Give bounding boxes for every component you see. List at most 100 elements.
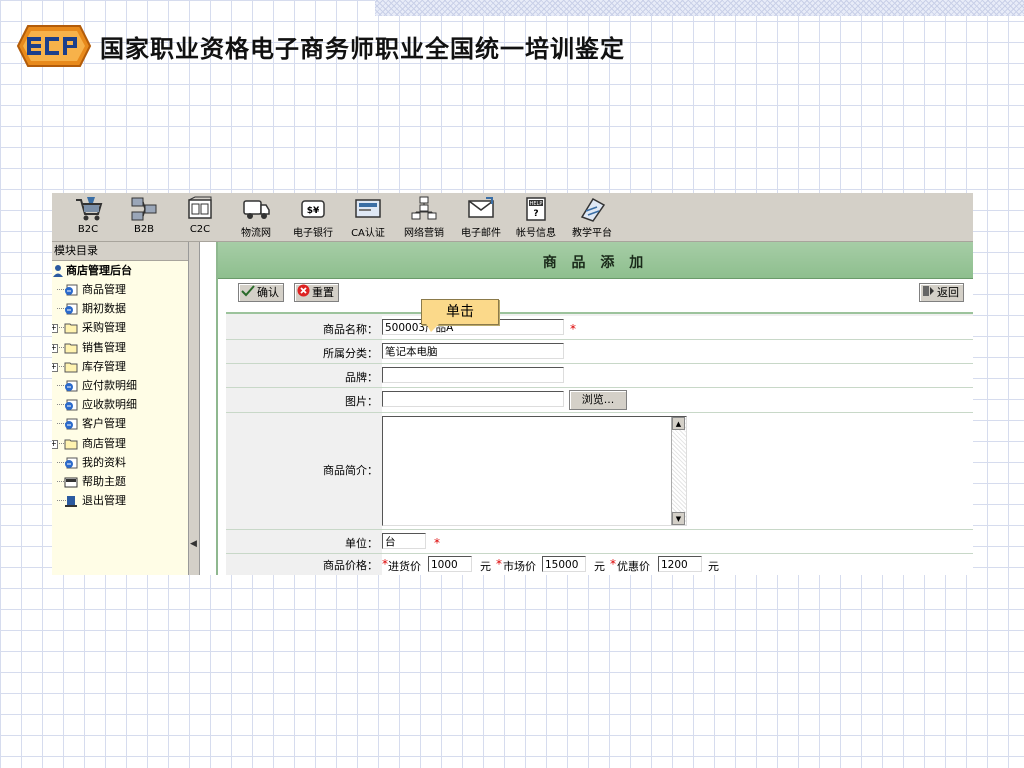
sidebar-item-label: 帮助主题 [82, 474, 126, 488]
purchase-price-input[interactable]: 1000 [428, 556, 472, 572]
required-mark: * [434, 536, 440, 550]
sidebar-item[interactable]: 商品管理 [52, 280, 188, 299]
toolbar-b2b[interactable]: B2B [128, 195, 160, 235]
toolbar-b2c[interactable]: B2C [72, 195, 104, 235]
toolbar-email[interactable]: 电子邮件 [457, 195, 505, 239]
sidebar-item-label: 退出管理 [82, 494, 126, 508]
sidebar-item[interactable]: 帮助主题 [52, 472, 188, 491]
reset-button[interactable]: 重置 [294, 283, 339, 302]
browse-button[interactable]: 浏览... [569, 390, 627, 410]
sidebar-item-label: 商品管理 [82, 283, 126, 296]
description-textarea[interactable]: ▲ ▼ [382, 416, 687, 526]
expand-toggle-icon[interactable]: + [52, 439, 58, 449]
toolbar-ca[interactable]: CA认证 [348, 195, 388, 239]
svg-text:?: ? [533, 209, 538, 219]
sidebar-item[interactable]: + 商店管理 [52, 434, 188, 453]
name-label: 商品名称： [323, 323, 378, 336]
cancel-icon [297, 284, 310, 302]
toolbar-label: 电子银行 [293, 228, 333, 239]
toolbar-label: B2B [133, 224, 155, 235]
marketing-icon [411, 196, 437, 220]
return-icon [922, 285, 935, 302]
form-row-name: 商品名称： 500003产品A * [226, 316, 973, 340]
product-add-form: 商品名称： 500003产品A * 所属分类： 笔记本电脑 品牌： 图片： 浏览… [226, 312, 973, 575]
required-mark: * [496, 557, 502, 571]
sidebar-item-label: 应收款明细 [82, 398, 137, 412]
toolbar-teaching[interactable]: 教学平台 [568, 195, 616, 239]
module-toolbar: B2C B2B C2C 物流网 $¥ 电子银行 CA认证 网络营销 电子邮件 H… [52, 193, 973, 242]
toolbar-label: 教学平台 [572, 228, 612, 239]
toolbar-ebank[interactable]: $¥ 电子银行 [289, 195, 337, 239]
svg-text:HELP: HELP [530, 201, 543, 207]
sidebar-tree: 商品管理期初数据 + 采购管理 + 销售管理 + 库存管理应付款明细应收款明细客户管理 + 商店… [52, 280, 188, 510]
price-label: 商品价格： [323, 559, 378, 572]
textarea-scrollbar[interactable]: ▲ ▼ [671, 417, 686, 525]
folder-icon [64, 341, 78, 354]
brand-input[interactable] [382, 367, 564, 383]
expand-toggle-icon[interactable]: + [52, 343, 58, 353]
sidebar-item[interactable]: + 采购管理 [52, 318, 188, 337]
description-field-cell: ▲ ▼ [382, 413, 973, 529]
sidebar-item[interactable]: + 销售管理 [52, 338, 188, 357]
toolbar-label: 物流网 [241, 228, 271, 239]
back-button[interactable]: 返回 [919, 283, 964, 302]
sidebar-item-label: 商店管理 [82, 436, 126, 450]
description-label: 商品简介： [323, 464, 378, 477]
toolbar-logistics[interactable]: 物流网 [236, 195, 276, 239]
back-label: 返回 [937, 286, 959, 299]
toolbar-account[interactable]: HELP ? 帐号信息 [512, 195, 560, 239]
currency-label: 元 [708, 560, 719, 573]
sidebar-item[interactable]: + 库存管理 [52, 357, 188, 376]
mail-icon [468, 197, 494, 218]
exchange-icon [188, 196, 212, 219]
sidebar-item[interactable]: 应付款明细 [52, 376, 188, 395]
sidebar-item-label: 库存管理 [82, 359, 126, 373]
toolbar-marketing[interactable]: 网络营销 [400, 195, 448, 239]
sidebar-item[interactable]: 应收款明细 [52, 395, 188, 414]
confirm-label: 确认 [257, 286, 279, 299]
image-label: 图片： [345, 395, 378, 408]
page-icon [64, 398, 78, 411]
page-icon [64, 417, 78, 430]
sidebar-item[interactable]: 我的资料 [52, 453, 188, 472]
page-icon [64, 456, 78, 469]
toolbar-label: 电子邮件 [461, 228, 501, 239]
sidebar-item[interactable]: 期初数据 [52, 299, 188, 318]
ecp-logo [14, 22, 94, 70]
required-mark: * [610, 557, 616, 571]
sidebar-item-label: 采购管理 [82, 321, 126, 335]
sidebar-item-label: 客户管理 [82, 417, 126, 431]
sidebar-item-label: 销售管理 [82, 340, 126, 354]
image-field-cell: 浏览... [382, 388, 973, 412]
callout-pointer [425, 322, 441, 332]
form-row-unit: 单位： 台 * [226, 530, 973, 554]
market-price-input[interactable]: 15000 [542, 556, 586, 572]
image-path-input[interactable] [382, 391, 564, 407]
top-decorative-strip [375, 0, 1024, 16]
category-input[interactable]: 笔记本电脑 [382, 343, 564, 359]
expand-toggle-icon[interactable]: + [52, 324, 58, 334]
app-window: B2C B2B C2C 物流网 $¥ 电子银行 CA认证 网络营销 电子邮件 H… [52, 193, 973, 575]
network-nodes-icon [131, 197, 157, 221]
purchase-price-label: 进货价 [388, 560, 421, 573]
page-icon [64, 302, 78, 315]
discount-price-label: 优惠价 [617, 560, 650, 573]
sidebar-header: 模块目录 [52, 242, 188, 261]
scroll-up-icon[interactable]: ▲ [672, 417, 685, 430]
sidebar-item[interactable]: 客户管理 [52, 414, 188, 433]
check-icon [241, 284, 255, 302]
help-icon [64, 475, 78, 488]
collapse-arrow-icon[interactable]: ◀ [190, 539, 197, 549]
scroll-down-icon[interactable]: ▼ [672, 512, 685, 525]
discount-price-input[interactable]: 1200 [658, 556, 702, 572]
sidebar-splitter[interactable]: ◀ [189, 242, 200, 575]
sidebar-root[interactable]: 商店管理后台 [52, 261, 188, 280]
sidebar-item[interactable]: 退出管理 [52, 491, 188, 510]
expand-toggle-icon[interactable]: + [52, 362, 58, 372]
user-icon [53, 265, 63, 277]
confirm-button[interactable]: 确认 [238, 283, 284, 302]
toolbar-label: 网络营销 [404, 228, 444, 239]
unit-input[interactable]: 台 [382, 533, 426, 549]
toolbar-c2c[interactable]: C2C [184, 195, 216, 235]
toolbar-label: 帐号信息 [516, 228, 556, 239]
